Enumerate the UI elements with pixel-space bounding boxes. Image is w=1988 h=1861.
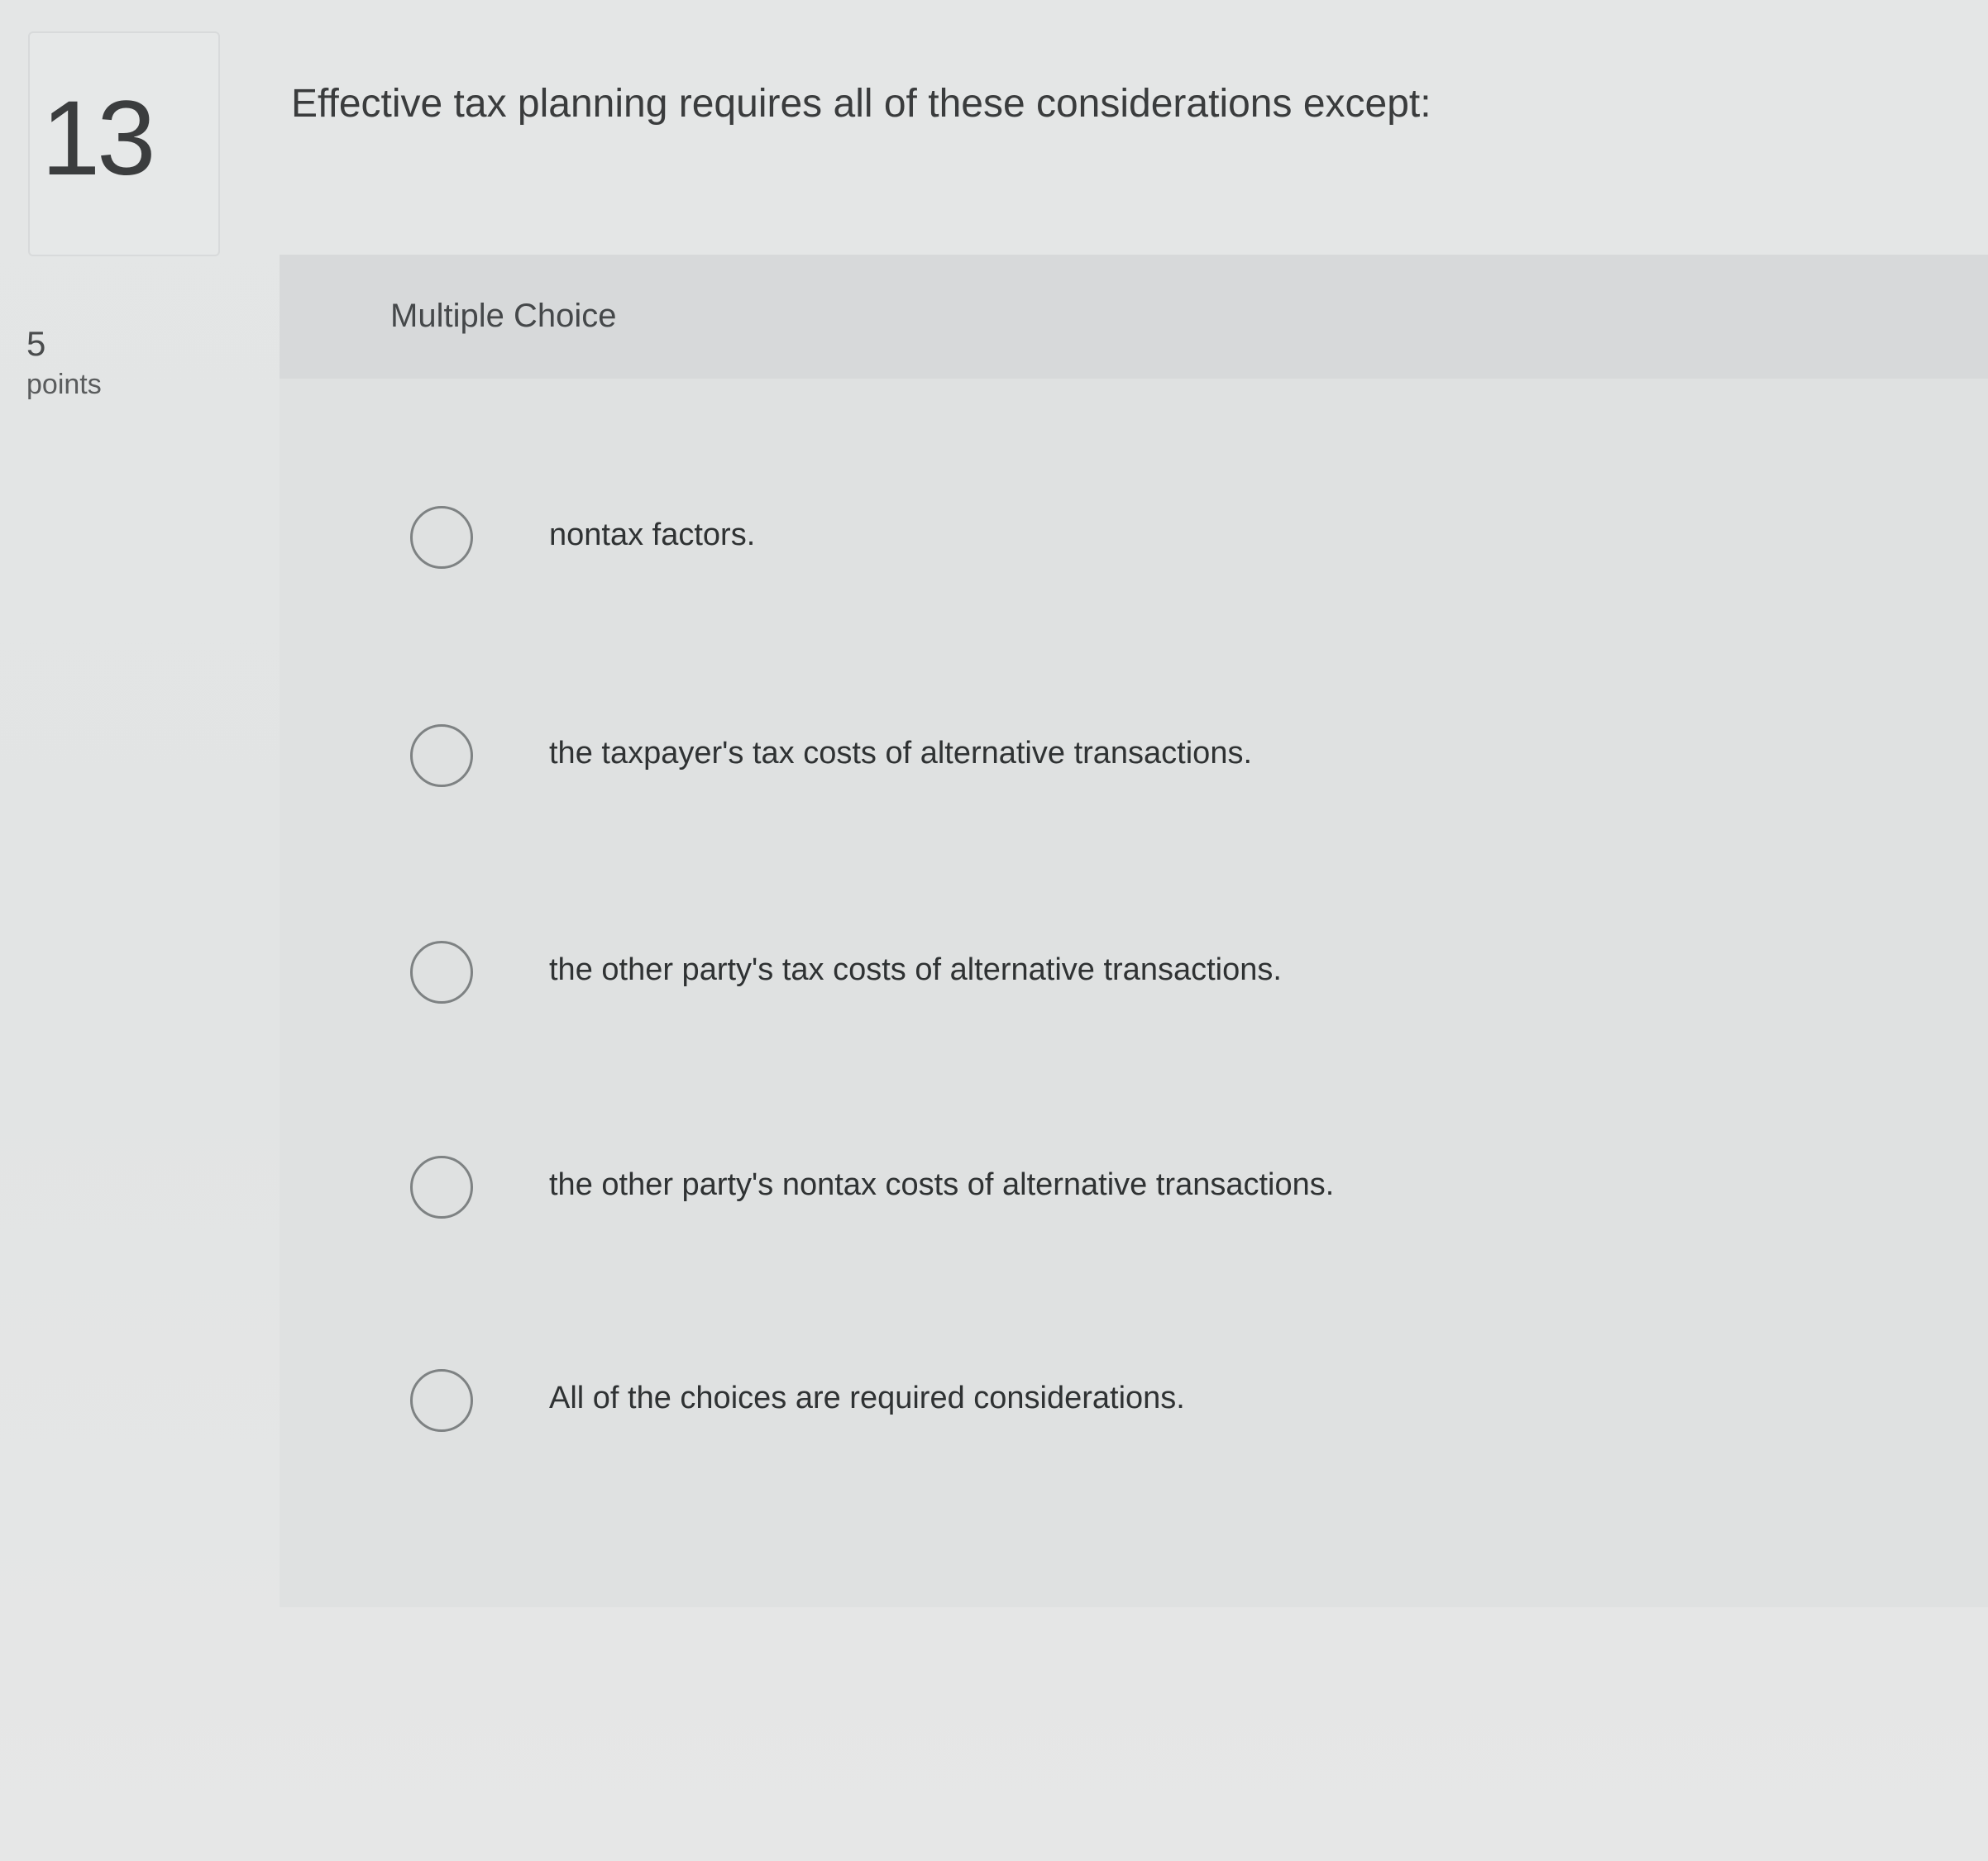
answer-panel: Multiple Choice nontax factors. the taxp…	[280, 255, 1988, 1607]
answer-option-4[interactable]: the other party's nontax costs of altern…	[280, 1134, 1988, 1234]
radio-button[interactable]	[410, 506, 473, 569]
answer-option-5[interactable]: All of the choices are required consider…	[280, 1348, 1988, 1447]
answer-option-label[interactable]: the other party's nontax costs of altern…	[549, 1167, 1334, 1203]
panel-header: Multiple Choice	[280, 255, 1988, 379]
answer-option-label[interactable]: All of the choices are required consider…	[549, 1381, 1185, 1416]
answer-option-label[interactable]: the other party's tax costs of alternati…	[549, 952, 1282, 988]
radio-button[interactable]	[410, 724, 473, 787]
answer-option-label[interactable]: nontax factors.	[549, 518, 755, 553]
radio-button[interactable]	[410, 941, 473, 1004]
question-number: 13	[41, 79, 155, 198]
radio-button[interactable]	[410, 1156, 473, 1219]
points-value: 5	[26, 324, 46, 363]
answer-option-1[interactable]: nontax factors.	[280, 484, 1988, 584]
answer-option-label[interactable]: the taxpayer's tax costs of alternative …	[549, 736, 1252, 771]
answer-option-2[interactable]: the taxpayer's tax costs of alternative …	[280, 703, 1988, 802]
question-prompt: Effective tax planning requires all of t…	[291, 82, 1431, 126]
question-type-label: Multiple Choice	[390, 298, 617, 334]
radio-button[interactable]	[410, 1369, 473, 1432]
points-label: points	[26, 369, 102, 400]
answer-option-3[interactable]: the other party's tax costs of alternati…	[280, 919, 1988, 1019]
